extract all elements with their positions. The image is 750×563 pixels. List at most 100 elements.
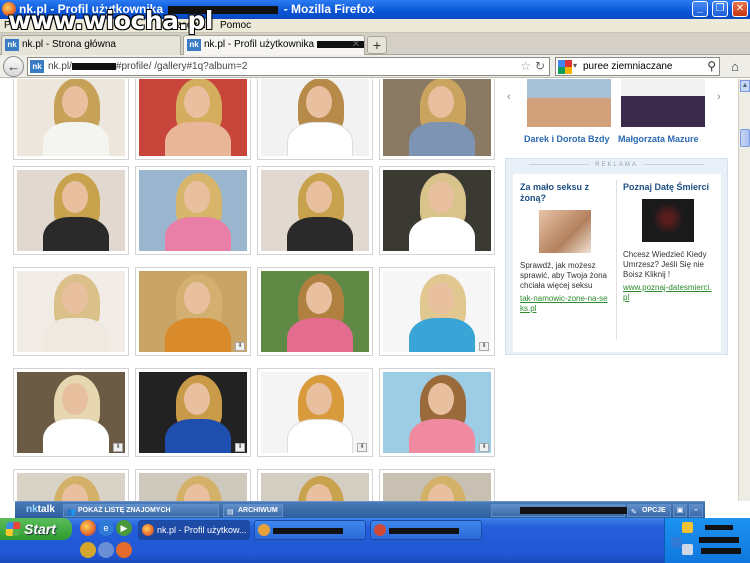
gallery-photo[interactable]	[135, 166, 251, 255]
scroll-up-icon[interactable]: ▲	[740, 80, 750, 92]
new-tab-button[interactable]: +	[367, 36, 387, 54]
nk-favicon-icon: nk	[187, 39, 201, 51]
ad-link[interactable]: tak-namowic-zone-na-seks.pl	[520, 294, 610, 314]
gallery-photo[interactable]	[135, 79, 251, 160]
friend-card[interactable]: Małgorzata Mazure	[618, 79, 708, 144]
ad-title[interactable]: Za mało seksu z żoną?	[520, 182, 610, 204]
gallery-photo[interactable]: ⬇	[379, 368, 495, 457]
wrench-icon: ✎	[631, 509, 637, 516]
media-quicklaunch-icon[interactable]: ▶	[116, 520, 132, 536]
carousel-next-icon[interactable]: ›	[717, 91, 721, 103]
vertical-scrollbar[interactable]: ▲	[738, 79, 750, 501]
chat-button[interactable]: ▣	[673, 504, 687, 517]
gallery-photo[interactable]	[257, 267, 373, 356]
zoom-icon[interactable]: ⬇	[357, 443, 367, 452]
ad-title[interactable]: Poznaj Datę Śmierci	[623, 182, 713, 193]
gallery-photo[interactable]: ⬇	[13, 368, 129, 457]
tray-volume-icon[interactable]	[682, 544, 693, 555]
redaction-bar	[701, 548, 741, 554]
tray-network-icon[interactable]	[671, 537, 682, 548]
page-content: ⬇ ⬇ ⬇ ⬇ ⬇ ⬇ ‹ Darek i Dorota Bzdy Małgor…	[0, 79, 738, 501]
url-text[interactable]: nk.pl/ #profile/ /gallery#1q?album=2	[48, 61, 247, 72]
friend-photo[interactable]	[621, 79, 705, 127]
tab-profile[interactable]: nk nk.pl - Profil użytkownika ✕	[183, 35, 365, 55]
archive-button[interactable]: ▤ ARCHIWUM	[223, 504, 283, 517]
friend-photo[interactable]	[527, 79, 611, 127]
ad-panel: Za mało seksu z żoną? Sprawdź, jak możes…	[513, 174, 721, 352]
reload-icon[interactable]: ↻	[535, 59, 545, 73]
redaction-bar	[520, 507, 630, 514]
start-button[interactable]: Start	[0, 518, 72, 540]
gallery-photo[interactable]: ⬇	[135, 368, 251, 457]
bookmark-star-icon[interactable]: ☆	[520, 59, 531, 73]
friend-card[interactable]: Darek i Dorota Bzdy	[524, 79, 614, 144]
scrollbar-thumb[interactable]	[740, 129, 750, 147]
firefox-quicklaunch-icon[interactable]	[80, 520, 96, 536]
address-bar[interactable]: nk nk.pl/ #profile/ /gallery#1q?album=2 ☆…	[27, 57, 550, 76]
redaction-bar	[699, 537, 739, 543]
search-box[interactable]: ▾ puree ziemniaczane ⚲	[555, 57, 720, 76]
advertisement-box: REKLAMA Za mało seksu z żoną? Sprawdź, j…	[505, 158, 728, 355]
gallery-photo[interactable]	[379, 469, 495, 501]
ad-item[interactable]: Poznaj Datę Śmierci Chcesz Wiedzieć Kied…	[623, 182, 713, 303]
gallery-photo[interactable]	[379, 166, 495, 255]
home-button[interactable]: ⌂	[725, 57, 745, 76]
options-button[interactable]: ✎ OPCJE	[627, 504, 671, 517]
gallery-photo[interactable]	[13, 166, 129, 255]
minimize-button[interactable]: _	[692, 1, 708, 17]
zoom-icon[interactable]: ⬇	[235, 342, 245, 351]
gallery-photo[interactable]: ⬇	[257, 368, 373, 457]
taskbar-item-firefox[interactable]: nk.pl - Profil użytkow...	[138, 520, 250, 540]
app-quicklaunch-icon[interactable]	[116, 542, 132, 558]
gallery-photo[interactable]	[379, 79, 495, 160]
gallery-photo[interactable]	[257, 79, 373, 160]
zoom-icon[interactable]: ⬇	[479, 443, 489, 452]
app-icon	[374, 524, 386, 536]
back-button[interactable]: ←	[3, 56, 24, 77]
search-icon[interactable]: ⚲	[707, 59, 716, 73]
tab-home[interactable]: nk nk.pl - Strona główna	[1, 35, 181, 55]
redaction-bar	[71, 62, 116, 70]
search-input[interactable]: puree ziemniaczane	[583, 61, 673, 72]
taskbar-item-label: nk.pl - Profil użytkow...	[157, 525, 247, 535]
taskbar-item[interactable]	[370, 520, 482, 540]
menu-help[interactable]: Pomoc	[220, 20, 251, 31]
gallery-photo[interactable]	[13, 469, 129, 501]
gallery-photo[interactable]	[257, 166, 373, 255]
gallery-photo[interactable]: ⬇	[135, 267, 251, 356]
windows-logo-icon	[5, 522, 21, 536]
maximize-button[interactable]: ❐	[712, 1, 728, 17]
desktop-quicklaunch-icon[interactable]	[98, 542, 114, 558]
tray-messenger-icon[interactable]	[682, 522, 693, 533]
carousel-prev-icon[interactable]: ‹	[507, 91, 511, 103]
gallery-photo[interactable]: ⬇	[379, 267, 495, 356]
site-identity-icon: nk	[30, 60, 44, 73]
zoom-icon[interactable]: ⬇	[479, 342, 489, 351]
app-icon	[258, 524, 270, 536]
gallery-photo[interactable]	[13, 267, 129, 356]
ie-quicklaunch-icon[interactable]: e	[98, 520, 114, 536]
close-button[interactable]: ✕	[732, 1, 748, 17]
ad-image[interactable]	[539, 210, 591, 253]
gallery-photo[interactable]	[13, 79, 129, 160]
taskbar-item[interactable]	[254, 520, 366, 540]
close-tab-icon[interactable]: ✕	[352, 39, 360, 50]
engine-dropdown-icon[interactable]: ▾	[573, 61, 577, 70]
redaction-bar	[389, 527, 459, 534]
window-title-app: - Mozilla Firefox	[283, 2, 375, 16]
ad-link[interactable]: www.poznaj-datesmierci.pl	[623, 283, 713, 303]
ad-item[interactable]: Za mało seksu z żoną? Sprawdź, jak możes…	[520, 182, 610, 314]
folder-quicklaunch-icon[interactable]	[80, 542, 96, 558]
archive-label: ARCHIWUM	[238, 507, 278, 514]
google-icon[interactable]	[558, 60, 572, 74]
minimize-bar-button[interactable]: –	[689, 504, 703, 517]
show-friends-button[interactable]: 👥 POKAŻ LISTĘ ZNAJOMYCH	[63, 504, 219, 517]
gallery-photo[interactable]	[257, 469, 373, 501]
url-host: nk.pl/	[48, 61, 72, 72]
gallery-photo[interactable]	[135, 469, 251, 501]
zoom-icon[interactable]: ⬇	[113, 443, 123, 452]
friend-name[interactable]: Małgorzata Mazure	[618, 134, 728, 144]
zoom-icon[interactable]: ⬇	[235, 443, 245, 452]
ad-header: REKLAMA	[506, 162, 727, 168]
ad-image[interactable]	[642, 199, 694, 242]
